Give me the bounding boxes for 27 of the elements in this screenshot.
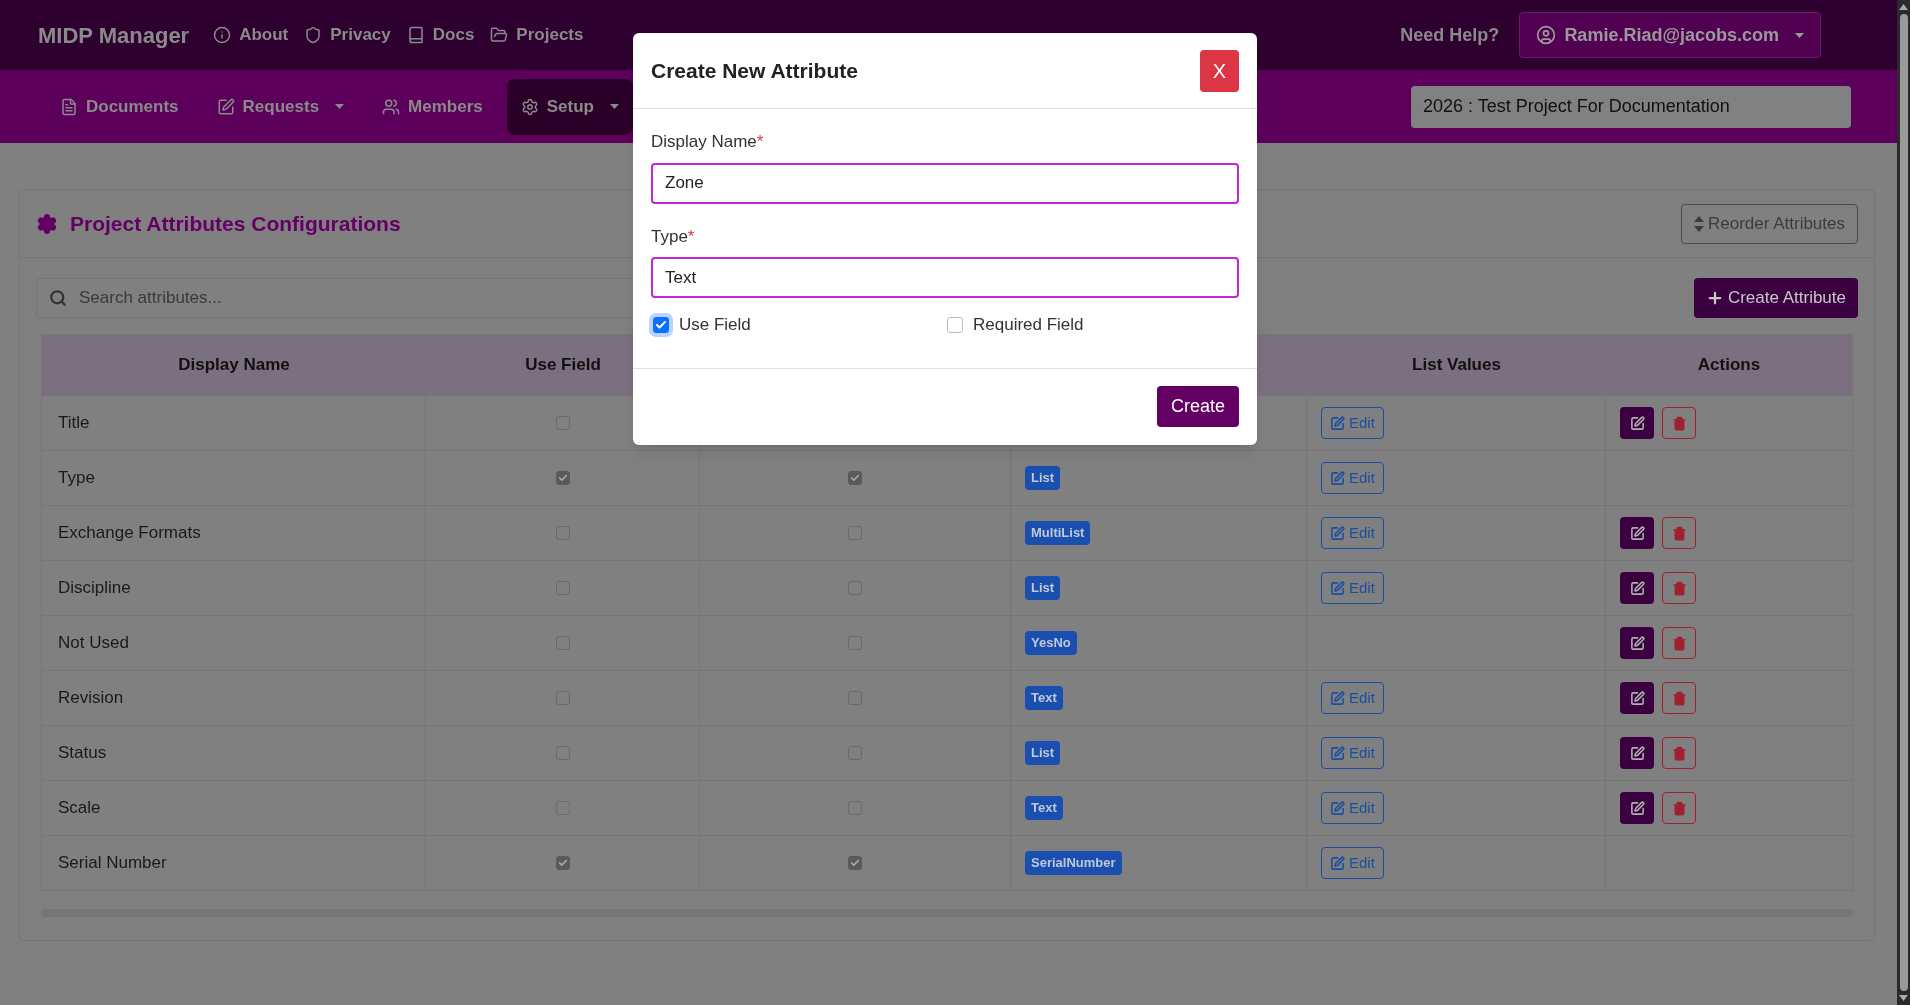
column-header: Use Field — [524, 354, 602, 377]
type-badge: List — [1025, 576, 1061, 600]
type-badge: List — [1025, 741, 1061, 765]
table-cell-text: Not Used — [58, 632, 129, 655]
type-badge: SerialNumber — [1025, 851, 1122, 875]
table-cell-text: Title — [58, 412, 90, 435]
type-badge: YesNo — [1025, 631, 1077, 655]
modal-title: Create New Attribute — [651, 57, 859, 84]
field-label: Display Name* — [651, 131, 765, 153]
type-badge: Text — [1025, 796, 1063, 820]
type-badge: List — [1025, 466, 1061, 490]
table-cell-text: Type — [58, 467, 95, 490]
column-header: List Values — [1411, 354, 1502, 377]
table-cell-text: Discipline — [58, 577, 131, 600]
table-cell-text: Exchange Formats — [58, 522, 201, 545]
checkbox-label: Required Field — [973, 314, 1084, 336]
table-cell-text: Scale — [58, 797, 101, 820]
table-cell-text: Status — [58, 742, 107, 765]
type-badge: Text — [1025, 686, 1063, 710]
page-title: Project Attributes Configurations — [70, 210, 401, 237]
column-header: Actions — [1696, 354, 1762, 377]
type-badge: MultiList — [1025, 521, 1091, 545]
field-label: Type* — [651, 225, 696, 248]
checkbox-label: Use Field — [679, 314, 751, 336]
table-cell-text: Serial Number — [58, 852, 167, 875]
column-header: Display Name — [177, 354, 291, 377]
table-cell-text: Revision — [58, 687, 124, 710]
